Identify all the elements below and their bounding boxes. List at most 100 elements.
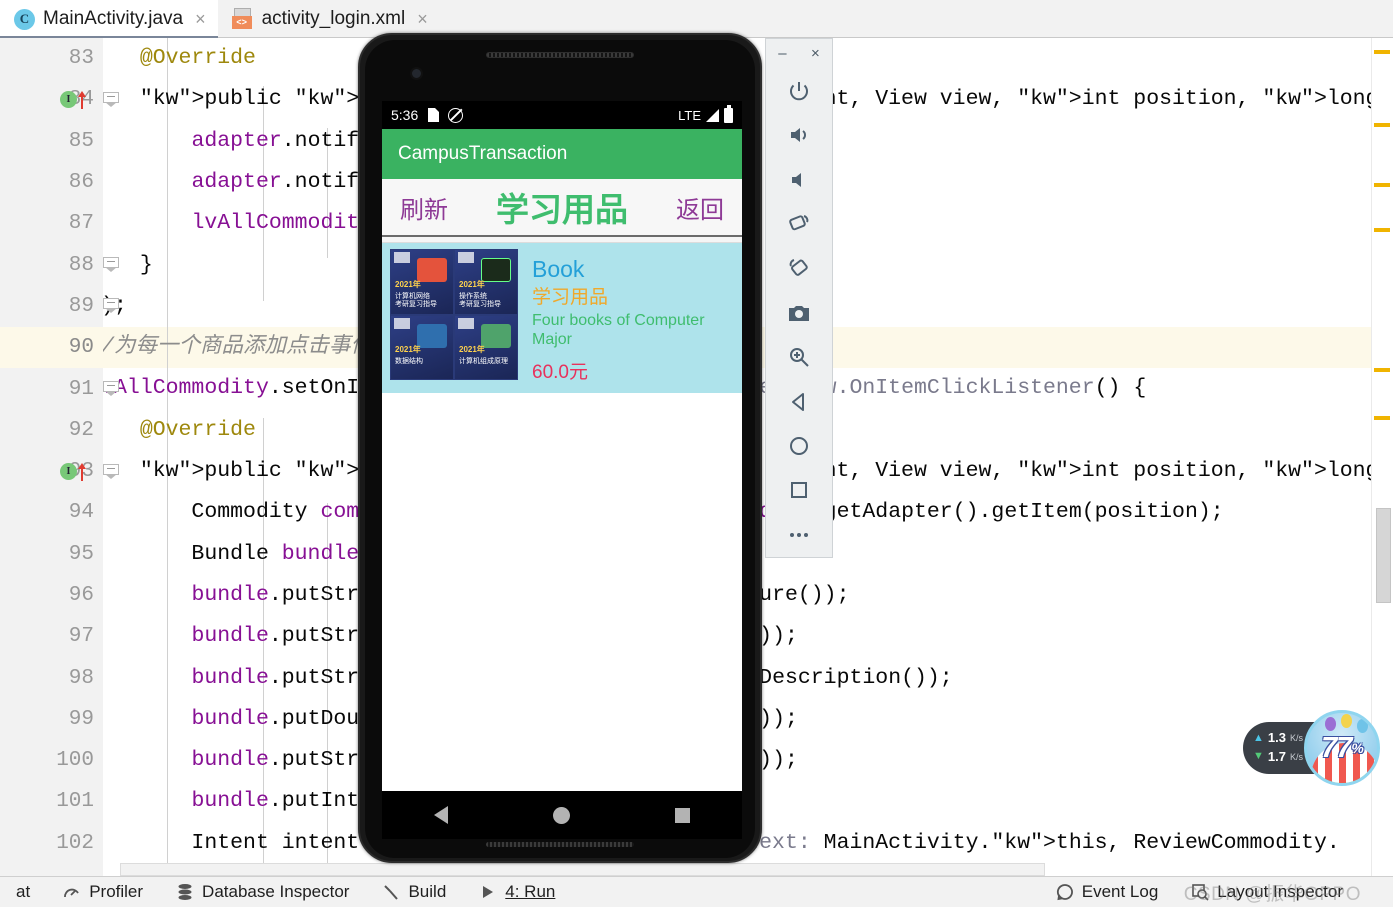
error-stripe-mark[interactable] [1374, 123, 1390, 127]
fold-region[interactable] [103, 492, 167, 533]
gutter-line[interactable]: 96 [0, 575, 103, 616]
back-triangle-icon[interactable] [434, 806, 449, 824]
override-arrow-icon[interactable] [78, 462, 87, 481]
fold-column[interactable] [103, 38, 167, 876]
collapse-region-icon[interactable] [103, 298, 119, 314]
collapse-region-icon[interactable] [103, 257, 119, 273]
status-item-layout-inspector[interactable]: Layout Inspector [1174, 882, 1359, 902]
override-arrow-icon[interactable] [78, 90, 87, 109]
gutter-line[interactable]: 97 [0, 616, 103, 657]
collapse-region-icon[interactable] [103, 381, 119, 397]
error-stripe-mark[interactable] [1374, 368, 1390, 372]
fold-region[interactable] [103, 38, 167, 79]
fold-region[interactable] [103, 451, 167, 492]
rotate-right-icon[interactable] [765, 246, 833, 290]
gutter-line[interactable]: 89 [0, 286, 103, 327]
recent-square-icon[interactable] [674, 807, 690, 823]
more-icon[interactable] [765, 513, 833, 557]
fold-region[interactable] [103, 286, 167, 327]
gutter-line[interactable]: 90 [0, 327, 103, 369]
fold-region[interactable] [103, 823, 167, 864]
status-item-run[interactable]: 4: Run [462, 882, 571, 902]
gutter-line[interactable]: I 93 [0, 451, 103, 492]
line-number: 83 [68, 47, 94, 71]
tab-mainactivity-java[interactable]: C MainActivity.java × [0, 0, 218, 39]
list-item[interactable]: 2021年 计算机网络 考研复习指导 2021年 操作系统 考研复习指导 2021年 数据… [382, 243, 742, 393]
editor-gutter[interactable]: 83 I 84 85 86 87 88 89 90 91 92 I 93 94 95 96 97 98 99 100 1… [0, 38, 103, 876]
refresh-button[interactable]: 刷新 [400, 190, 448, 225]
gutter-line[interactable]: 92 [0, 410, 103, 451]
zoom-icon[interactable] [765, 335, 833, 379]
cover-year: 2021年 [395, 279, 421, 289]
status-item-database-inspector[interactable]: Database Inspector [159, 882, 365, 902]
close-icon[interactable]: × [195, 10, 206, 28]
gutter-line[interactable]: 94 [0, 492, 103, 533]
gutter-line[interactable]: 88 [0, 244, 103, 285]
fold-region[interactable] [103, 121, 167, 162]
gutter-line[interactable]: 95 [0, 534, 103, 575]
gutter-line[interactable]: 98 [0, 657, 103, 698]
collapse-region-icon[interactable] [103, 463, 119, 480]
fold-region[interactable] [103, 244, 167, 285]
gutter-line[interactable]: I 84 [0, 79, 103, 120]
gutter-line[interactable]: 100 [0, 740, 103, 781]
overview-icon[interactable] [765, 468, 833, 512]
android-navigation-bar[interactable] [382, 791, 742, 839]
screenshot-camera-icon[interactable] [765, 291, 833, 335]
minimize-icon[interactable]: – [778, 45, 786, 62]
error-stripe-mark[interactable] [1374, 416, 1390, 420]
fold-region[interactable] [103, 203, 167, 244]
gutter-line[interactable]: 101 [0, 781, 103, 822]
gutter-line[interactable]: 86 [0, 162, 103, 203]
fold-region[interactable] [103, 740, 167, 781]
upload-speed: 1.3 [1267, 730, 1286, 746]
status-item-profiler[interactable]: Profiler [46, 882, 159, 902]
fold-region[interactable] [103, 657, 167, 698]
error-stripe-mark[interactable] [1374, 50, 1390, 54]
implementing-method-icon[interactable]: I [60, 463, 77, 481]
close-icon[interactable]: × [811, 45, 820, 62]
line-number: 86 [68, 171, 94, 195]
sd-card-icon [428, 108, 440, 122]
battery-percent-badge[interactable]: 77 % [1304, 710, 1380, 786]
status-item-event-log[interactable]: Event Log [1039, 882, 1175, 902]
percent-value: 77 [1321, 731, 1352, 764]
volume-up-icon[interactable] [765, 113, 833, 157]
fold-region[interactable] [103, 327, 167, 368]
implementing-method-icon[interactable]: I [60, 91, 77, 109]
fold-region[interactable] [103, 534, 167, 575]
home-icon[interactable] [765, 424, 833, 468]
back-button[interactable]: 返回 [676, 190, 724, 225]
rotate-left-icon[interactable] [765, 202, 833, 246]
fold-region[interactable] [103, 699, 167, 740]
fold-region[interactable] [103, 368, 167, 409]
home-circle-icon[interactable] [552, 806, 570, 824]
scrollbar-thumb[interactable] [1376, 508, 1391, 603]
gutter-line[interactable]: 99 [0, 699, 103, 740]
gutter-line[interactable]: 85 [0, 121, 103, 162]
emulator-screen[interactable]: 5:36 LTE CampusTransaction 刷新 学习用品 返回 20… [382, 101, 742, 791]
fold-region[interactable] [103, 781, 167, 822]
fold-region[interactable] [103, 616, 167, 657]
status-item-build[interactable]: Build [365, 882, 462, 902]
fold-region[interactable] [103, 410, 167, 451]
fold-region[interactable] [103, 162, 167, 203]
gutter-line[interactable]: 87 [0, 203, 103, 244]
volume-down-icon[interactable] [765, 157, 833, 201]
power-icon[interactable] [765, 69, 833, 113]
error-stripe-mark[interactable] [1374, 183, 1390, 187]
fold-region[interactable] [103, 79, 167, 120]
status-item-logcat[interactable]: at [0, 882, 46, 902]
run-test-gutter-icon[interactable]: I [60, 90, 87, 109]
gutter-line[interactable]: 83 [0, 38, 103, 79]
gutter-line[interactable]: 102 [0, 823, 103, 864]
front-camera-icon [410, 67, 423, 80]
close-icon[interactable]: × [417, 10, 428, 28]
gutter-line[interactable]: 91 [0, 368, 103, 409]
line-number: 101 [56, 790, 94, 814]
back-icon[interactable] [765, 379, 833, 423]
run-test-gutter-icon[interactable]: I [60, 462, 87, 481]
fold-region[interactable] [103, 575, 167, 616]
error-stripe-mark[interactable] [1374, 228, 1390, 232]
collapse-region-icon[interactable] [103, 91, 119, 108]
